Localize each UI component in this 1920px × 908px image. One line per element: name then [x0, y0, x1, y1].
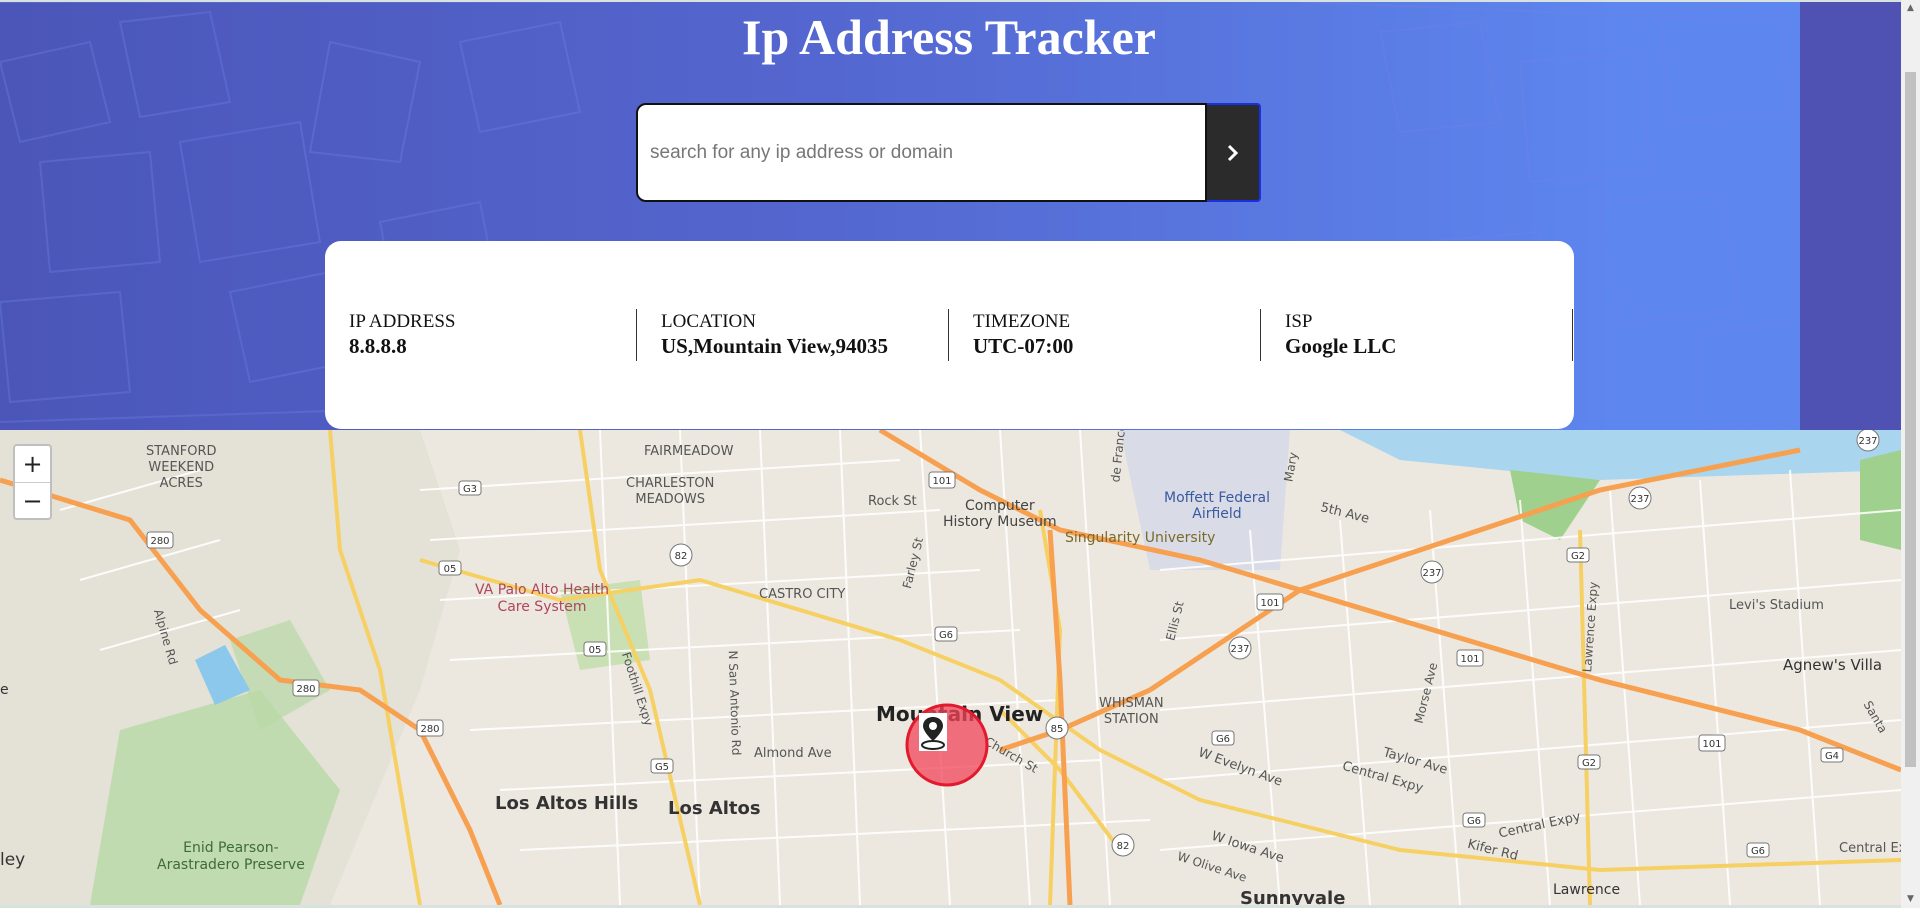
shield-g4: G4 — [1825, 751, 1839, 762]
map-pin-icon — [919, 713, 947, 751]
map-label: WHISMAN STATION — [1099, 696, 1164, 727]
shield-237: 237 — [1422, 568, 1441, 579]
map-label: CASTRO CITY — [759, 587, 846, 602]
map-label: CHARLESTON MEADOWS — [626, 476, 715, 507]
shield-237: 237 — [1630, 494, 1649, 505]
info-isp: ISP Google LLC — [1261, 309, 1573, 361]
map-zoom-control: + − — [13, 444, 52, 520]
shield-g5: G5 — [655, 762, 669, 773]
shield-g6: G6 — [939, 630, 953, 641]
map-label: Lawrence — [1553, 882, 1621, 898]
shield-g3: G3 — [463, 484, 477, 495]
search-input[interactable] — [636, 103, 1207, 202]
shield-g6: G6 — [1467, 816, 1481, 827]
info-label: IP ADDRESS — [349, 311, 456, 332]
page-scrollbar[interactable]: ▲ ▼ — [1901, 0, 1920, 908]
map-label: ley — [0, 850, 26, 870]
search-button[interactable] — [1207, 103, 1261, 202]
map-label: Moffett Federal Airfield — [1164, 490, 1270, 522]
info-label: TIMEZONE — [973, 311, 1071, 332]
shield-101: 101 — [1260, 598, 1279, 609]
info-timezone: TIMEZONE UTC-07:00 — [949, 309, 1261, 361]
info-location: LOCATION US,Mountain View,94035 — [637, 309, 949, 361]
search-bar — [636, 103, 1261, 202]
chevron-right-icon — [1227, 144, 1239, 161]
info-value: UTC-07:00 — [973, 334, 1074, 358]
shield-280: 280 — [420, 724, 439, 735]
shield-237: 237 — [1230, 644, 1249, 655]
shield-82: 82 — [675, 551, 688, 562]
shield-237: 237 — [1858, 436, 1877, 447]
shield-85: 85 — [1051, 724, 1064, 735]
header-edge — [1800, 2, 1901, 430]
info-ip-address: IP ADDRESS 8.8.8.8 — [325, 309, 637, 361]
map-label: STANFORD WEEKEND ACRES — [146, 444, 217, 491]
scroll-thumb[interactable] — [1905, 72, 1916, 767]
shield-82: 82 — [1117, 841, 1130, 852]
map-label: Rock St — [868, 494, 917, 509]
location-marker[interactable] — [905, 703, 989, 787]
map-label: e — [0, 682, 9, 698]
map-label: Levi's Stadium — [1729, 598, 1824, 613]
map-label: Computer History Museum — [943, 498, 1057, 530]
shield-g5: 05 — [444, 564, 457, 575]
shield-101: 101 — [1460, 654, 1479, 665]
map-label: Agnew's Villa — [1783, 656, 1883, 674]
map-label: Central Expy — [1839, 841, 1901, 856]
scroll-down-icon[interactable]: ▼ — [1901, 891, 1920, 908]
shield-280: 280 — [150, 536, 169, 547]
shield-101: 101 — [932, 476, 951, 487]
info-value: US,Mountain View,94035 — [661, 334, 888, 358]
map-label: Singularity University — [1065, 530, 1216, 546]
map-label: FAIRMEADOW — [644, 444, 734, 459]
map-label: Enid Pearson- Arastradero Preserve — [157, 840, 305, 873]
info-value: Google LLC — [1285, 334, 1397, 358]
shield-g5: 05 — [589, 645, 602, 656]
ip-info-card: IP ADDRESS 8.8.8.8 LOCATION US,Mountain … — [325, 241, 1574, 429]
map-label-city: Los Altos — [668, 798, 761, 819]
shield-101: 101 — [1702, 739, 1721, 750]
zoom-out-button[interactable]: − — [15, 483, 50, 519]
zoom-in-button[interactable]: + — [15, 446, 50, 483]
shield-g6: G6 — [1216, 734, 1230, 745]
info-label: ISP — [1285, 311, 1313, 332]
shield-g2: G2 — [1571, 551, 1585, 562]
map-label: VA Palo Alto Health Care System — [475, 582, 609, 615]
shield-g2: G2 — [1582, 758, 1596, 769]
info-label: LOCATION — [661, 311, 756, 332]
divider — [1572, 309, 1573, 361]
shield-280: 280 — [296, 684, 315, 695]
page-title: Ip Address Tracker — [742, 9, 1156, 65]
map-label-city: Sunnyvale — [1240, 888, 1346, 905]
info-value: 8.8.8.8 — [349, 334, 407, 358]
map-label-city: Los Altos Hills — [495, 793, 639, 814]
scroll-up-icon[interactable]: ▲ — [1901, 0, 1920, 17]
map[interactable]: 280 280 280 101 101 101 101 237 237 237 … — [0, 430, 1901, 905]
map-label: Almond Ave — [754, 746, 832, 761]
shield-g6: G6 — [1751, 846, 1765, 857]
